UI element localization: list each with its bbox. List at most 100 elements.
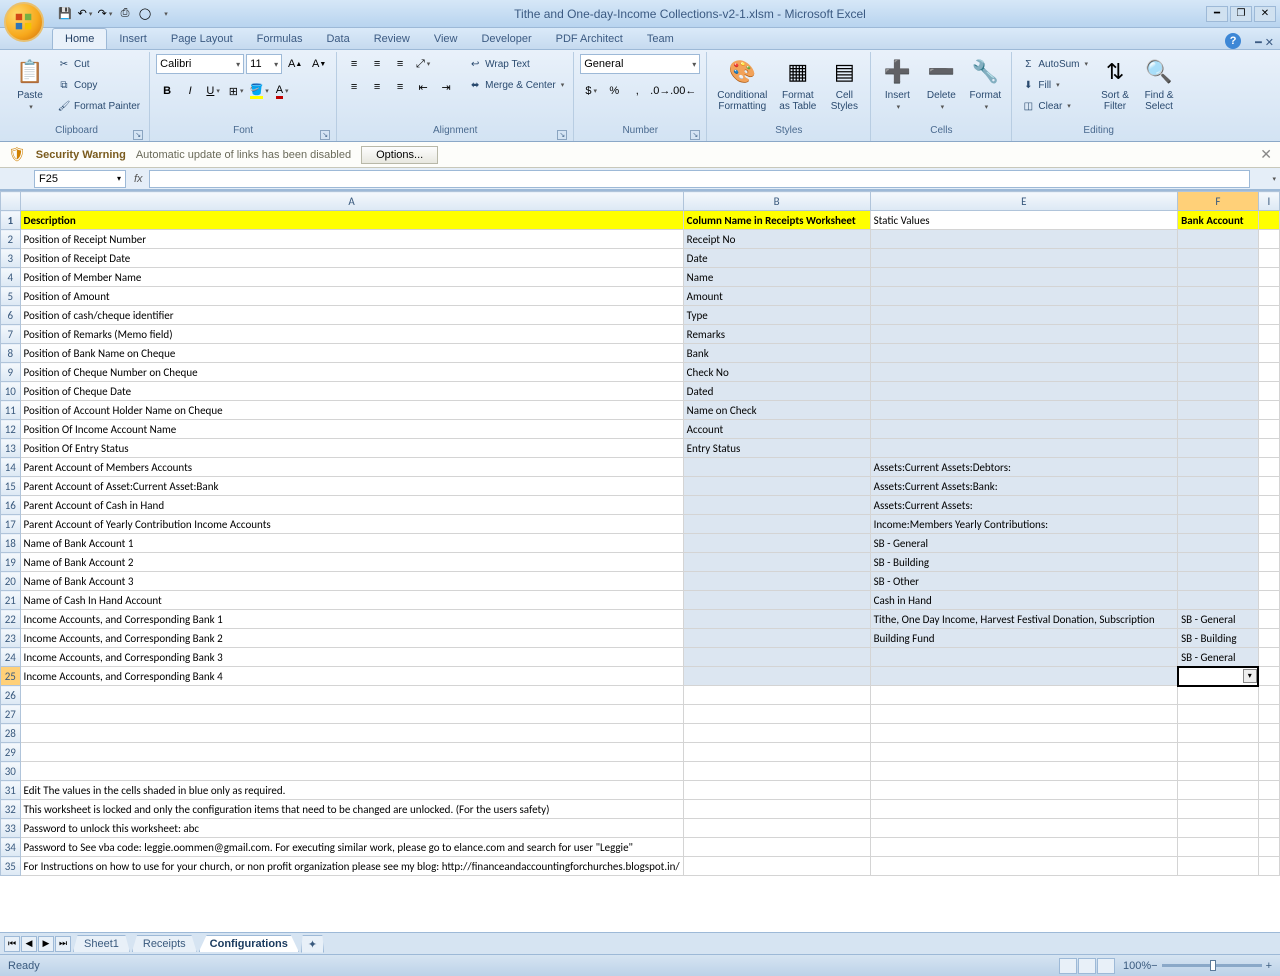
- cell-A11[interactable]: Position of Account Holder Name on Chequ…: [20, 401, 683, 420]
- row-header-3[interactable]: 3: [1, 249, 21, 268]
- cell-E31[interactable]: [870, 781, 1177, 800]
- row-header-24[interactable]: 24: [1, 648, 21, 667]
- row-header-26[interactable]: 26: [1, 686, 21, 705]
- fill-color-button[interactable]: 🪣▾: [248, 81, 270, 101]
- cell-I34[interactable]: [1258, 838, 1279, 857]
- cell-I23[interactable]: [1258, 629, 1279, 648]
- cell-E33[interactable]: [870, 819, 1177, 838]
- cell-I33[interactable]: [1258, 819, 1279, 838]
- comma-button[interactable]: ,: [626, 81, 648, 101]
- cell-F15[interactable]: [1178, 477, 1259, 496]
- align-middle-button[interactable]: ≡: [366, 54, 388, 74]
- row-header-20[interactable]: 20: [1, 572, 21, 591]
- cell-F20[interactable]: [1178, 572, 1259, 591]
- cell-F32[interactable]: [1178, 800, 1259, 819]
- cell-A20[interactable]: Name of Bank Account 3: [20, 572, 683, 591]
- cell-F7[interactable]: [1178, 325, 1259, 344]
- cell-B3[interactable]: Date: [683, 249, 870, 268]
- row-header-15[interactable]: 15: [1, 477, 21, 496]
- format-cells-button[interactable]: 🔧Format▾: [965, 54, 1005, 115]
- cell-A2[interactable]: Position of Receipt Number: [20, 230, 683, 249]
- restore-button[interactable]: ❐: [1230, 6, 1252, 22]
- row-header-34[interactable]: 34: [1, 838, 21, 857]
- cell-F23[interactable]: SB - Building: [1178, 629, 1259, 648]
- cell-E23[interactable]: Building Fund: [870, 629, 1177, 648]
- cell-B34[interactable]: [683, 838, 870, 857]
- cell-F19[interactable]: [1178, 553, 1259, 572]
- cell-A21[interactable]: Name of Cash In Hand Account: [20, 591, 683, 610]
- cell-B23[interactable]: [683, 629, 870, 648]
- cell-B10[interactable]: Dated: [683, 382, 870, 401]
- cell-B32[interactable]: [683, 800, 870, 819]
- cell-F1[interactable]: Bank Account: [1178, 211, 1259, 230]
- grow-font-button[interactable]: A▲: [284, 54, 306, 74]
- cell-F17[interactable]: [1178, 515, 1259, 534]
- number-format-combo[interactable]: General▾: [580, 54, 700, 74]
- cell-E19[interactable]: SB - Building: [870, 553, 1177, 572]
- cell-E17[interactable]: Income:Members Yearly Contributions:: [870, 515, 1177, 534]
- workbook-window-controls[interactable]: ━ ✕: [1255, 36, 1274, 49]
- align-left-button[interactable]: ≡: [343, 77, 365, 97]
- align-center-button[interactable]: ≡: [366, 77, 388, 97]
- cell-F5[interactable]: [1178, 287, 1259, 306]
- orientation-button[interactable]: ⤢▾: [412, 54, 434, 74]
- cell-A12[interactable]: Position Of Income Account Name: [20, 420, 683, 439]
- cell-F18[interactable]: [1178, 534, 1259, 553]
- cell-E29[interactable]: [870, 743, 1177, 762]
- ribbon-tab-developer[interactable]: Developer: [469, 29, 543, 49]
- cell-E12[interactable]: [870, 420, 1177, 439]
- cell-A19[interactable]: Name of Bank Account 2: [20, 553, 683, 572]
- cell-A28[interactable]: [20, 724, 683, 743]
- cell-E26[interactable]: [870, 686, 1177, 705]
- row-header-32[interactable]: 32: [1, 800, 21, 819]
- cell-E21[interactable]: Cash in Hand: [870, 591, 1177, 610]
- security-options-button[interactable]: Options...: [361, 146, 438, 164]
- zoom-in-button[interactable]: +: [1266, 960, 1272, 972]
- increase-decimal-button[interactable]: .0→: [649, 81, 671, 101]
- cell-E11[interactable]: [870, 401, 1177, 420]
- cell-I6[interactable]: [1258, 306, 1279, 325]
- row-header-27[interactable]: 27: [1, 705, 21, 724]
- cell-B5[interactable]: Amount: [683, 287, 870, 306]
- cell-I29[interactable]: [1258, 743, 1279, 762]
- cell-E2[interactable]: [870, 230, 1177, 249]
- row-header-29[interactable]: 29: [1, 743, 21, 762]
- cell-F11[interactable]: [1178, 401, 1259, 420]
- cell-E16[interactable]: Assets:Current Assets:: [870, 496, 1177, 515]
- cell-F27[interactable]: [1178, 705, 1259, 724]
- cell-F28[interactable]: [1178, 724, 1259, 743]
- cell-I21[interactable]: [1258, 591, 1279, 610]
- cell-I8[interactable]: [1258, 344, 1279, 363]
- cell-E27[interactable]: [870, 705, 1177, 724]
- cell-I14[interactable]: [1258, 458, 1279, 477]
- cell-I30[interactable]: [1258, 762, 1279, 781]
- cell-B7[interactable]: Remarks: [683, 325, 870, 344]
- qat-btn-5[interactable]: ◯: [136, 5, 154, 23]
- cell-I5[interactable]: [1258, 287, 1279, 306]
- col-header-F[interactable]: F: [1178, 192, 1259, 211]
- cell-I3[interactable]: [1258, 249, 1279, 268]
- cell-B20[interactable]: [683, 572, 870, 591]
- cell-E28[interactable]: [870, 724, 1177, 743]
- alignment-launcher[interactable]: ↘: [557, 130, 567, 140]
- row-header-28[interactable]: 28: [1, 724, 21, 743]
- cell-A10[interactable]: Position of Cheque Date: [20, 382, 683, 401]
- row-header-35[interactable]: 35: [1, 857, 21, 876]
- cell-F10[interactable]: [1178, 382, 1259, 401]
- office-button[interactable]: [4, 2, 44, 42]
- qat-customize[interactable]: ▾: [156, 5, 174, 23]
- row-header-11[interactable]: 11: [1, 401, 21, 420]
- cell-B15[interactable]: [683, 477, 870, 496]
- align-top-button[interactable]: ≡: [343, 54, 365, 74]
- shrink-font-button[interactable]: A▼: [308, 54, 330, 74]
- row-header-18[interactable]: 18: [1, 534, 21, 553]
- security-close-button[interactable]: ✕: [1260, 146, 1272, 163]
- cell-I26[interactable]: [1258, 686, 1279, 705]
- row-header-7[interactable]: 7: [1, 325, 21, 344]
- cell-A35[interactable]: For Instructions on how to use for your …: [20, 857, 683, 876]
- font-name-combo[interactable]: Calibri▾: [156, 54, 244, 74]
- normal-view-button[interactable]: [1059, 958, 1077, 974]
- cell-F4[interactable]: [1178, 268, 1259, 287]
- decrease-decimal-button[interactable]: .00←: [672, 81, 694, 101]
- row-header-30[interactable]: 30: [1, 762, 21, 781]
